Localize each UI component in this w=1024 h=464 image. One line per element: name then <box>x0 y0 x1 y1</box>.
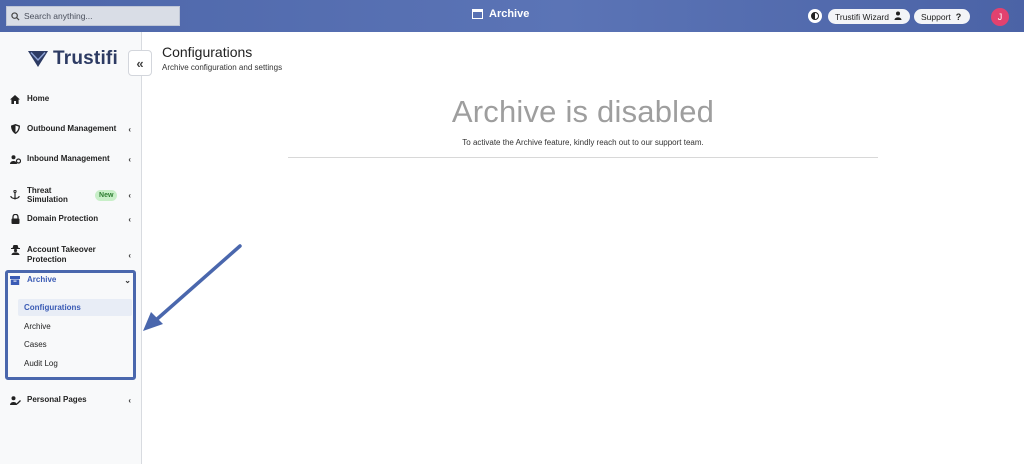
theme-toggle-button[interactable] <box>808 9 822 23</box>
user-edit-icon <box>9 395 21 405</box>
support-button[interactable]: Support ? <box>914 9 970 24</box>
sidebar-item-label: Personal Pages <box>27 395 87 404</box>
question-icon: ? <box>955 11 962 22</box>
search-icon <box>11 11 20 21</box>
sidebar-item-label: Inbound Management <box>27 154 110 163</box>
shield-icon <box>9 124 21 134</box>
annotation-arrow <box>143 244 242 331</box>
home-icon <box>9 94 21 104</box>
sidebar-item-domain-protection[interactable]: Domain Protection ‹ <box>9 214 131 224</box>
page-header-title: Archive <box>472 8 529 20</box>
sidebar-item-threat-simulation[interactable]: Threat Simulation New ‹ <box>9 186 131 204</box>
sidebar-item-label: Account Takeover Protection <box>27 245 96 264</box>
page-title: Configurations <box>162 44 253 60</box>
users-cog-icon <box>9 154 21 164</box>
annotation-highlight-box <box>5 270 136 380</box>
sidebar-item-label: Home <box>27 94 50 103</box>
sidebar-item-outbound-management[interactable]: Outbound Management ‹ <box>9 124 131 134</box>
top-bar: Search anything... Archive Trustifi Wiza… <box>0 0 1024 32</box>
anchor-icon <box>9 190 21 200</box>
archive-disabled-heading: Archive is disabled <box>451 94 715 129</box>
wizard-icon <box>894 11 902 22</box>
page-subtitle: Archive configuration and settings <box>162 63 283 72</box>
chevron-left-icon: ‹ <box>128 190 131 200</box>
new-badge: New <box>95 189 118 201</box>
trustifi-wizard-button[interactable]: Trustifi Wizard <box>828 9 910 24</box>
chevron-left-icon: ‹ <box>128 395 131 405</box>
lock-icon <box>9 214 21 224</box>
double-chevron-left-icon: « <box>136 55 144 71</box>
chevron-left-icon: ‹ <box>128 124 131 134</box>
support-label: Support <box>921 11 951 22</box>
collapse-sidebar-button[interactable]: « <box>128 50 152 76</box>
header-title-text: Archive <box>489 8 530 20</box>
archive-icon <box>472 9 483 19</box>
sidebar-item-label: Domain Protection <box>27 214 99 223</box>
wizard-label: Trustifi Wizard <box>835 11 889 22</box>
sidebar-item-account-takeover-protection[interactable]: Account Takeover Protection ‹ <box>9 245 131 265</box>
search-placeholder: Search anything... <box>24 11 93 21</box>
sidebar-item-label: Outbound Management <box>27 124 117 133</box>
brand-name: Trustifi <box>53 48 118 69</box>
brand-logo[interactable]: Trustifi <box>28 48 118 70</box>
trustifi-logo-icon <box>28 51 48 67</box>
sidebar-item-label: Threat Simulation <box>27 186 68 204</box>
sidebar-item-inbound-management[interactable]: Inbound Management ‹ <box>9 154 131 164</box>
sidebar-item-personal-pages[interactable]: Personal Pages ‹ <box>9 395 131 405</box>
chevron-left-icon: ‹ <box>128 214 131 224</box>
avatar-initial: J <box>997 12 1003 22</box>
search-input[interactable]: Search anything... <box>6 6 180 26</box>
avatar[interactable]: J <box>991 8 1009 26</box>
user-secret-icon <box>9 245 21 255</box>
sidebar-item-home[interactable]: Home <box>9 94 131 104</box>
chevron-left-icon: ‹ <box>128 250 131 260</box>
archive-disabled-message: To activate the Archive feature, kindly … <box>462 138 704 147</box>
chevron-left-icon: ‹ <box>128 154 131 164</box>
contrast-icon <box>811 12 819 20</box>
content-divider <box>288 157 878 158</box>
